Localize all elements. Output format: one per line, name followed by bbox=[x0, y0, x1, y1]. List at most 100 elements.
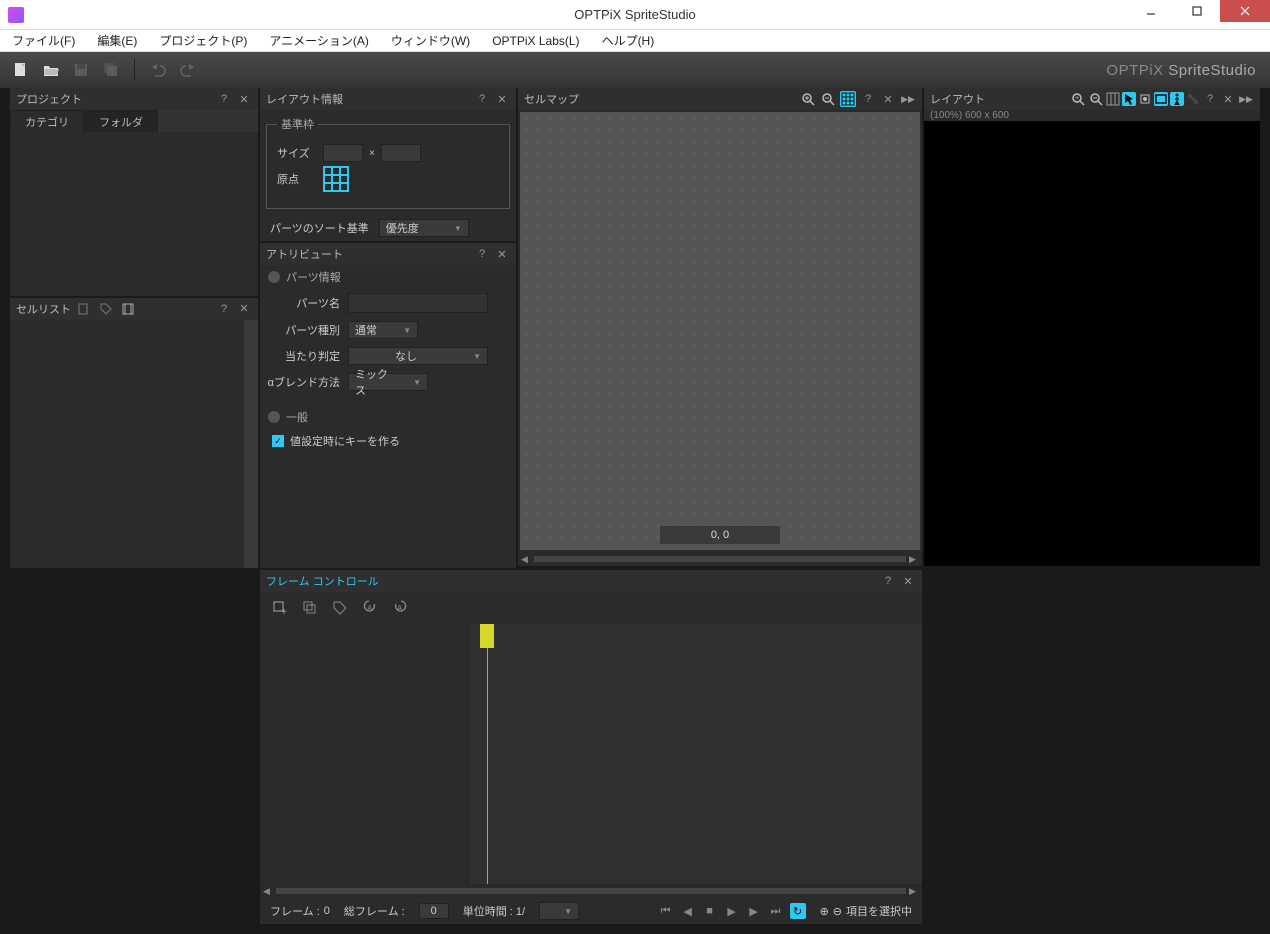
cursor-icon[interactable] bbox=[1122, 92, 1136, 106]
target-icon[interactable] bbox=[1138, 92, 1152, 106]
svg-text:+: + bbox=[281, 607, 287, 617]
menu-help[interactable]: ヘルプ(H) bbox=[598, 31, 659, 50]
add-part-icon[interactable]: + bbox=[268, 596, 292, 620]
close-icon[interactable]: ✕ bbox=[900, 573, 916, 589]
tab-folder[interactable]: フォルダ bbox=[84, 110, 158, 132]
key-on-set-checkbox[interactable]: ✓ 値設定時にキーを作る bbox=[260, 429, 516, 453]
scrollbar[interactable] bbox=[456, 624, 470, 884]
zoom-out-icon[interactable] bbox=[1088, 91, 1104, 107]
save-all-icon[interactable] bbox=[98, 57, 124, 83]
play-icon[interactable]: ▶ bbox=[724, 903, 740, 919]
svg-text:A: A bbox=[367, 604, 373, 613]
close-icon[interactable]: ✕ bbox=[880, 91, 896, 107]
timeline-scrollbar-left[interactable]: ◀▶ bbox=[260, 884, 922, 898]
window-title: OPTPiX SpriteStudio bbox=[574, 7, 695, 22]
horizontal-scrollbar[interactable]: ◀▶ bbox=[518, 552, 922, 566]
sort-label: パーツのソート基準 bbox=[270, 220, 369, 236]
prev-frame-icon[interactable]: ◀ bbox=[680, 903, 696, 919]
attribute-panel: アトリビュート ? ✕ パーツ情報 パーツ名 パーツ種別通常 当たり判定なし α… bbox=[260, 243, 516, 568]
skip-start-icon[interactable]: ⏮ bbox=[658, 903, 674, 919]
total-frame-input[interactable]: 0 bbox=[419, 903, 449, 919]
tag2-icon[interactable] bbox=[328, 596, 352, 620]
main-toolbar: OPTPiX SpriteStudio bbox=[0, 52, 1270, 88]
celllist-panel-title: セルリスト bbox=[16, 301, 71, 317]
close-icon[interactable]: ✕ bbox=[494, 91, 510, 107]
zoom-out-icon[interactable]: ⊖ bbox=[833, 905, 842, 918]
grid-icon[interactable] bbox=[1106, 92, 1120, 106]
zoom-in-icon[interactable] bbox=[800, 91, 816, 107]
rotate-right-icon[interactable]: A bbox=[388, 596, 412, 620]
zoom-out-icon[interactable] bbox=[820, 91, 836, 107]
maximize-button[interactable] bbox=[1174, 0, 1220, 22]
help-icon[interactable]: ? bbox=[474, 246, 490, 262]
parts-info-header: パーツ情報 bbox=[286, 269, 341, 285]
step-icon[interactable]: ▶▶ bbox=[900, 91, 916, 107]
new-icon[interactable] bbox=[8, 57, 34, 83]
redo-icon[interactable] bbox=[175, 57, 201, 83]
menu-edit[interactable]: 編集(E) bbox=[93, 31, 141, 50]
save-icon[interactable] bbox=[68, 57, 94, 83]
help-icon[interactable]: ? bbox=[474, 91, 490, 107]
grid-icon[interactable] bbox=[840, 91, 856, 107]
menu-file[interactable]: ファイル(F) bbox=[8, 31, 79, 50]
undo-icon[interactable] bbox=[145, 57, 171, 83]
status-text: 項目を選択中 bbox=[846, 903, 912, 919]
menu-labs[interactable]: OPTPiX Labs(L) bbox=[488, 33, 583, 49]
loop-icon[interactable]: ↻ bbox=[790, 903, 806, 919]
help-icon[interactable]: ? bbox=[1202, 91, 1218, 107]
timeline[interactable] bbox=[470, 624, 922, 884]
close-button[interactable] bbox=[1220, 0, 1270, 22]
rotate-left-icon[interactable]: A bbox=[358, 596, 382, 620]
zoom-in-icon[interactable]: + bbox=[1070, 91, 1086, 107]
help-icon[interactable]: ? bbox=[880, 573, 896, 589]
menu-window[interactable]: ウィンドウ(W) bbox=[387, 31, 474, 50]
skip-end-icon[interactable]: ⏭ bbox=[768, 903, 784, 919]
size-height-input[interactable] bbox=[381, 144, 421, 162]
cellmap-panel: セルマップ ? ✕ ▶▶ 0, 0 ◀▶ bbox=[518, 88, 922, 566]
brand-label: OPTPiX SpriteStudio bbox=[1106, 62, 1256, 79]
next-frame-icon[interactable]: ▶ bbox=[746, 903, 762, 919]
layout-viewport[interactable] bbox=[924, 121, 1260, 566]
film-icon[interactable] bbox=[119, 300, 137, 318]
frame-control-title: フレーム コントロール bbox=[266, 573, 379, 589]
app-icon bbox=[8, 7, 24, 23]
hit-select[interactable]: なし bbox=[348, 347, 488, 365]
stop-icon[interactable]: ■ bbox=[702, 903, 718, 919]
scrollbar[interactable] bbox=[244, 320, 258, 568]
menu-project[interactable]: プロジェクト(P) bbox=[155, 31, 251, 50]
tag-icon[interactable] bbox=[97, 300, 115, 318]
general-header: 一般 bbox=[286, 409, 308, 425]
help-icon[interactable]: ? bbox=[216, 91, 232, 107]
size-width-input[interactable] bbox=[323, 144, 363, 162]
parts-type-select[interactable]: 通常 bbox=[348, 321, 418, 339]
blend-label: αブレンド方法 bbox=[260, 374, 340, 390]
menu-animation[interactable]: アニメーション(A) bbox=[265, 31, 373, 50]
help-icon[interactable]: ? bbox=[216, 301, 232, 317]
help-icon[interactable]: ? bbox=[860, 91, 876, 107]
close-icon[interactable]: ✕ bbox=[1220, 91, 1236, 107]
copy-icon[interactable] bbox=[298, 596, 322, 620]
minimize-button[interactable] bbox=[1128, 0, 1174, 22]
frame-icon[interactable] bbox=[1154, 92, 1168, 106]
tab-category[interactable]: カテゴリ bbox=[10, 110, 84, 132]
close-icon[interactable]: ✕ bbox=[236, 91, 252, 107]
layout-panel-title: レイアウト bbox=[930, 91, 985, 107]
unit-time-label: 単位時間 : 1/ bbox=[463, 903, 525, 919]
open-icon[interactable] bbox=[38, 57, 64, 83]
zoom-in-icon[interactable]: ⊕ bbox=[820, 905, 829, 918]
run-icon[interactable] bbox=[1170, 92, 1184, 106]
close-icon[interactable]: ✕ bbox=[494, 246, 510, 262]
playhead-icon[interactable] bbox=[480, 624, 494, 648]
page-icon[interactable] bbox=[75, 300, 93, 318]
parts-name-input[interactable] bbox=[348, 293, 488, 313]
step-icon[interactable]: ▶▶ bbox=[1238, 91, 1254, 107]
unit-time-select[interactable] bbox=[539, 902, 579, 920]
frame-value: 0 bbox=[324, 905, 330, 917]
origin-picker[interactable] bbox=[323, 166, 349, 192]
cellmap-canvas[interactable]: 0, 0 bbox=[520, 112, 920, 550]
close-icon[interactable]: ✕ bbox=[236, 301, 252, 317]
layoutinfo-title: レイアウト情報 bbox=[266, 91, 343, 107]
sort-select[interactable]: 優先度 bbox=[379, 219, 469, 237]
blend-select[interactable]: ミックス bbox=[348, 373, 428, 391]
attribute-title: アトリビュート bbox=[266, 246, 343, 262]
